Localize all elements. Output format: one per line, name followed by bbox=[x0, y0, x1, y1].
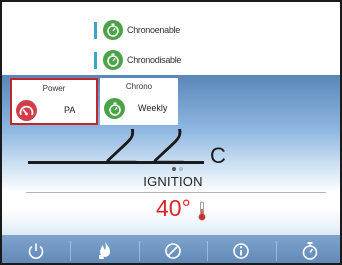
gauge-icon bbox=[16, 100, 37, 121]
disable-button[interactable] bbox=[138, 235, 207, 263]
thermometer-icon bbox=[198, 201, 206, 226]
menu-item-label: Chronoenable bbox=[127, 25, 180, 35]
setpoint-temperature[interactable]: 40° bbox=[156, 195, 191, 221]
disable-icon bbox=[165, 243, 181, 259]
app-frame: Chronoenable Chronodisable 22 C IGNITION… bbox=[0, 0, 342, 265]
chrono-button[interactable] bbox=[275, 235, 340, 263]
chrono-card[interactable]: Chrono Weekly bbox=[100, 78, 178, 125]
flame-button[interactable] bbox=[70, 235, 138, 263]
power-card-title: Power bbox=[42, 84, 66, 93]
divider bbox=[26, 192, 326, 193]
menu-item-label: Chronodisable bbox=[127, 55, 182, 65]
page-dots bbox=[172, 167, 183, 171]
stopwatch-icon bbox=[103, 50, 123, 70]
bottom-toolbar bbox=[2, 235, 340, 263]
power-button[interactable] bbox=[2, 235, 70, 263]
power-card[interactable]: Power PA bbox=[10, 78, 98, 125]
stopwatch-icon bbox=[302, 242, 318, 260]
power-card-value: PA bbox=[64, 105, 76, 115]
page-dot bbox=[179, 167, 183, 171]
stopwatch-icon bbox=[104, 98, 125, 119]
room-temperature: 22 bbox=[102, 129, 197, 163]
chrono-card-title: Chrono bbox=[125, 82, 153, 91]
room-temperature-clip: 22 bbox=[2, 129, 340, 163]
chrono-card-value: Weekly bbox=[138, 103, 168, 113]
info-button[interactable] bbox=[207, 235, 275, 263]
menu-item-chrono-enable[interactable]: Chronoenable bbox=[94, 19, 180, 41]
menu-item-marker bbox=[94, 51, 97, 69]
menu-item-marker bbox=[94, 21, 97, 39]
power-icon bbox=[28, 243, 44, 259]
status-text: IGNITION bbox=[143, 174, 203, 189]
page-dot-active bbox=[172, 167, 176, 171]
flame-hand-icon bbox=[98, 242, 110, 259]
temperature-underline bbox=[28, 161, 204, 164]
info-icon bbox=[233, 243, 250, 259]
stopwatch-icon bbox=[103, 20, 123, 40]
menu-item-chrono-disable[interactable]: Chronodisable bbox=[94, 49, 181, 71]
temperature-unit: C bbox=[210, 143, 226, 168]
